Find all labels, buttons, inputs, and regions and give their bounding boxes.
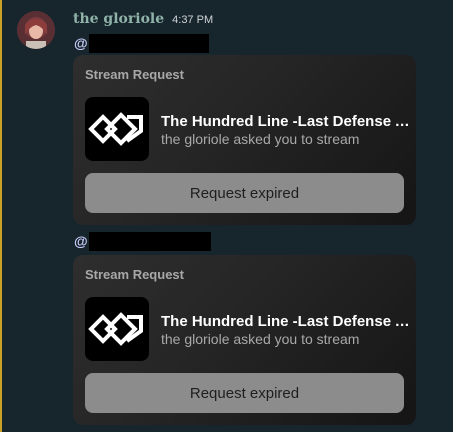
stream-request-card: Stream Request The Hundred Line -Last De… [73, 255, 416, 425]
hundred-line-game-icon [85, 297, 149, 361]
redacted-username [88, 33, 209, 53]
mention-at-sign: @ [74, 35, 88, 51]
user-avatar[interactable] [17, 11, 55, 49]
mention-at-sign: @ [74, 233, 88, 249]
message-header: the gloriole 4:37 PM [73, 11, 213, 27]
stream-request-card: Stream Request The Hundred Line -Last De… [73, 55, 416, 225]
request-expired-button[interactable]: Request expired [85, 173, 404, 213]
card-header: Stream Request [85, 267, 184, 282]
game-title: The Hundred Line -Last Defense Academy- [161, 313, 411, 330]
author-username[interactable]: the gloriole [73, 11, 164, 27]
request-subtitle: the gloriole asked you to stream [161, 131, 360, 147]
hundred-line-game-icon [85, 97, 149, 161]
user-mention[interactable]: @ [74, 231, 211, 251]
message-timestamp[interactable]: 4:37 PM [172, 14, 213, 26]
game-title: The Hundred Line -Last Defense Academy- [161, 113, 411, 130]
mention-highlight-bar [0, 0, 2, 432]
user-mention[interactable]: @ [74, 33, 209, 53]
card-header: Stream Request [85, 67, 184, 82]
request-expired-button[interactable]: Request expired [85, 373, 404, 413]
request-subtitle: the gloriole asked you to stream [161, 331, 360, 347]
redacted-username [88, 231, 211, 251]
avatar-image [17, 11, 55, 49]
